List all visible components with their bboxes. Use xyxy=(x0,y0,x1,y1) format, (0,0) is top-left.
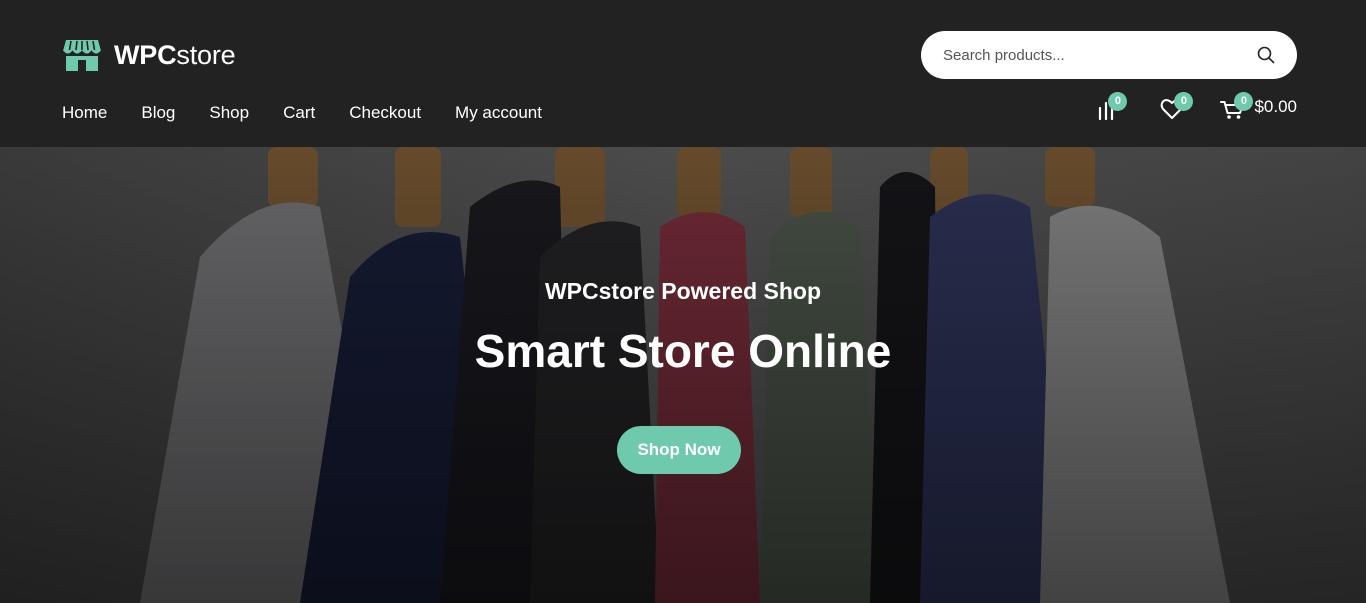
cart-total: $0.00 xyxy=(1254,97,1297,116)
storefront-icon xyxy=(62,40,102,71)
nav-item-my-account[interactable]: My account xyxy=(455,101,542,125)
nav-item-shop[interactable]: Shop xyxy=(209,101,249,125)
wishlist-count-badge: 0 xyxy=(1174,92,1194,111)
compare-count-badge: 0 xyxy=(1108,92,1128,111)
search-bar xyxy=(921,31,1297,79)
compare-button[interactable]: 0 xyxy=(1094,92,1128,120)
hero-content: WPCstore Powered Shop Smart Store Online… xyxy=(0,147,1366,603)
search-input[interactable] xyxy=(943,46,1243,64)
nav-item-home[interactable]: Home xyxy=(62,101,107,125)
cart-button[interactable]: 0 xyxy=(1220,92,1254,120)
nav-item-cart[interactable]: Cart xyxy=(283,101,315,125)
hero-banner: WPCstore Powered Shop Smart Store Online… xyxy=(0,147,1366,603)
mini-cart[interactable]: 0 $0.00 xyxy=(1220,92,1297,120)
main-navigation: Home Blog Shop Cart Checkout My account xyxy=(62,101,576,125)
search-icon[interactable] xyxy=(1257,46,1275,64)
hero-title: Smart Store Online xyxy=(474,325,892,377)
site-logo[interactable]: WPCstore xyxy=(62,38,236,72)
site-title: WPCstore xyxy=(114,39,236,70)
nav-item-checkout[interactable]: Checkout xyxy=(349,101,421,125)
nav-item-blog[interactable]: Blog xyxy=(141,101,175,125)
site-header: WPCstore Home Blog Shop Cart Checkout My… xyxy=(0,0,1366,147)
header-actions: 0 0 0 $0.00 xyxy=(1094,92,1297,120)
wishlist-button[interactable]: 0 xyxy=(1160,92,1194,120)
cart-count-badge: 0 xyxy=(1234,92,1254,111)
shop-now-button[interactable]: Shop Now xyxy=(617,426,741,474)
hero-subtitle: WPCstore Powered Shop xyxy=(544,278,822,304)
